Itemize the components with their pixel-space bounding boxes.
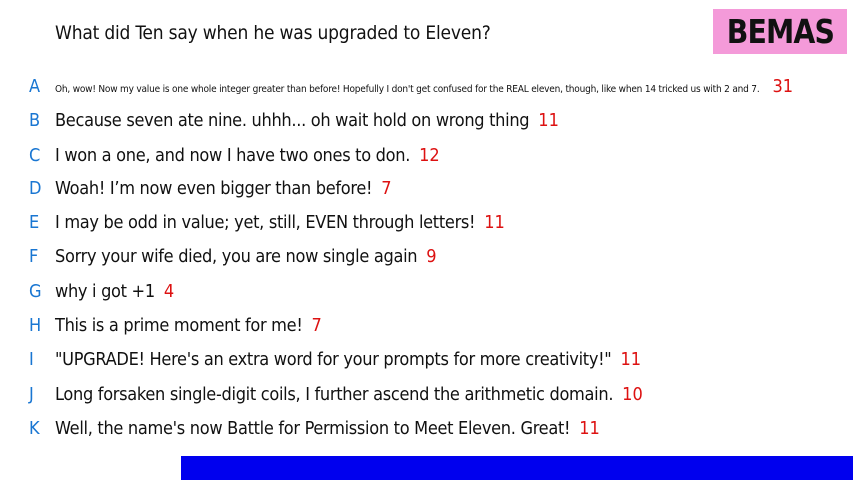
answer-row-e: E I may be odd in value; yet, still, EVE… <box>0 208 853 238</box>
answer-letter: D <box>29 178 42 199</box>
answer-line: I may be odd in value; yet, still, EVEN … <box>55 208 505 238</box>
answer-line: This is a prime moment for me! 7 <box>55 311 322 341</box>
answer-letter: E <box>29 212 40 233</box>
answer-line: Sorry your wife died, you are now single… <box>55 242 437 272</box>
answer-letter: F <box>29 246 39 267</box>
answer-text: Because seven ate nine. uhhh... oh wait … <box>55 110 530 131</box>
answer-text: "UPGRADE! Here's an extra word for your … <box>55 349 612 370</box>
answer-score: 10 <box>622 384 643 405</box>
answer-score: 4 <box>163 281 175 302</box>
answer-row-a: A Oh, wow! Now my value is one whole int… <box>0 72 853 102</box>
answer-text: Oh, wow! Now my value is one whole integ… <box>55 84 760 95</box>
answer-line: Because seven ate nine. uhhh... oh wait … <box>55 106 559 136</box>
answer-text: This is a prime moment for me! <box>55 315 303 336</box>
answer-row-j: J Long forsaken single-digit coils, I fu… <box>0 380 853 410</box>
answer-text: why i got +1 <box>55 281 155 302</box>
answer-row-c: C I won a one, and now I have two ones t… <box>0 141 853 171</box>
answer-text: I may be odd in value; yet, still, EVEN … <box>55 212 476 233</box>
answer-letter: A <box>29 76 41 97</box>
answer-letter: H <box>29 315 42 336</box>
answer-line: why i got +1 4 <box>55 277 174 307</box>
answer-letter: B <box>29 110 41 131</box>
answer-row-g: G why i got +1 4 <box>0 277 853 307</box>
answer-score: 11 <box>579 418 600 439</box>
answer-text: Long forsaken single-digit coils, I furt… <box>55 384 614 405</box>
answer-score: 7 <box>381 178 392 199</box>
answer-text: I won a one, and now I have two ones to … <box>55 145 411 166</box>
answer-line: Well, the name's now Battle for Permissi… <box>55 414 600 444</box>
answer-row-h: H This is a prime moment for me! 7 <box>0 311 853 341</box>
answer-letter: I <box>29 349 34 370</box>
answer-line: Long forsaken single-digit coils, I furt… <box>55 380 643 410</box>
answer-score: 11 <box>538 110 559 131</box>
answer-row-d: D Woah! I’m now even bigger than before!… <box>0 174 853 204</box>
answer-line: "UPGRADE! Here's an extra word for your … <box>55 345 641 375</box>
answer-letter: C <box>29 145 41 166</box>
answer-line: Oh, wow! Now my value is one whole integ… <box>55 72 793 105</box>
answer-line: I won a one, and now I have two ones to … <box>55 141 440 171</box>
answer-score: 9 <box>426 246 437 267</box>
answer-letter: J <box>29 384 34 405</box>
bottom-blue-bar <box>181 456 853 480</box>
answer-row-i: I "UPGRADE! Here's an extra word for you… <box>0 345 853 375</box>
answer-letter: G <box>29 281 42 302</box>
answer-letter: K <box>29 418 40 439</box>
answer-row-k: K Well, the name's now Battle for Permis… <box>0 414 853 444</box>
answer-score: 7 <box>311 315 322 336</box>
answer-score: 12 <box>419 145 440 166</box>
answer-row-b: B Because seven ate nine. uhhh... oh wai… <box>0 106 853 136</box>
answer-row-f: F Sorry your wife died, you are now sing… <box>0 242 853 272</box>
answer-text: Sorry your wife died, you are now single… <box>55 246 418 267</box>
answer-score: 11 <box>620 349 642 370</box>
answer-score: 11 <box>484 212 505 233</box>
answer-score: 31 <box>772 76 794 97</box>
answer-text: Woah! I’m now even bigger than before! <box>55 178 373 199</box>
answer-text: Well, the name's now Battle for Permissi… <box>55 418 571 439</box>
answer-line: Woah! I’m now even bigger than before! 7 <box>55 174 392 204</box>
answer-list: A Oh, wow! Now my value is one whole int… <box>0 0 853 480</box>
